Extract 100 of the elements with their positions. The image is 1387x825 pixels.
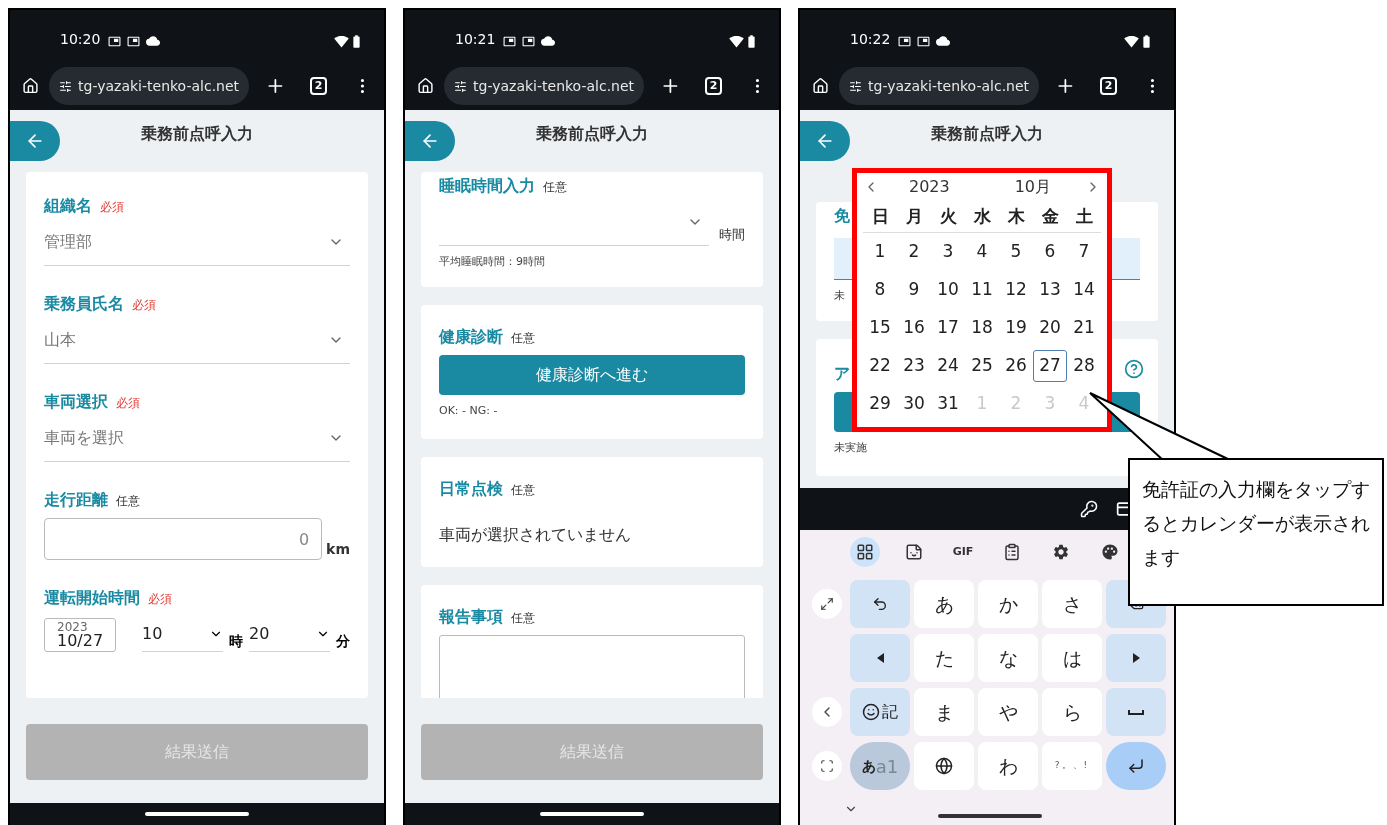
date-field[interactable]: 2023 10/27 xyxy=(44,618,117,652)
field-note: 未実施 xyxy=(834,439,867,456)
input-field[interactable]: 0 xyxy=(44,518,323,560)
calendar-day[interactable]: 19 xyxy=(999,312,1033,344)
address-bar[interactable]: tg-yazaki-tenko-alc.net xyxy=(49,67,250,105)
field-note: 未 xyxy=(834,288,845,304)
kana-key[interactable]: た xyxy=(914,634,974,682)
field-label: 車両選択 xyxy=(44,391,108,413)
calendar-day[interactable]: 20 xyxy=(1033,312,1067,344)
back-button[interactable] xyxy=(10,121,60,161)
hour-select[interactable]: 10 xyxy=(142,616,224,652)
kana-key[interactable]: あ xyxy=(914,580,974,628)
tab-count-button[interactable]: 2 xyxy=(309,77,328,95)
url-text: tg-yazaki-tenko-alc.net xyxy=(868,76,1030,96)
kana-key[interactable]: ま xyxy=(914,688,974,736)
site-settings-icon[interactable] xyxy=(59,79,72,93)
kana-key[interactable]: わ xyxy=(978,742,1038,790)
kana-key[interactable]: か xyxy=(978,580,1038,628)
field-label: 運転開始時間 xyxy=(44,587,140,609)
emoji-symbol-key[interactable]: 記 xyxy=(850,688,910,736)
kana-key[interactable]: は xyxy=(1042,634,1102,682)
calendar-day[interactable]: 3 xyxy=(931,236,965,268)
field-label: 免 xyxy=(834,205,850,227)
calendar-day[interactable]: 4 xyxy=(965,236,999,268)
calendar-day[interactable]: 26 xyxy=(999,350,1033,382)
calendar-day[interactable]: 15 xyxy=(863,312,897,344)
calendar-day[interactable]: 30 xyxy=(897,388,931,420)
calendar-year[interactable]: 2023 xyxy=(909,175,950,199)
calendar-month[interactable]: 10月 xyxy=(1014,175,1051,199)
toolbar-button[interactable] xyxy=(850,537,880,567)
gif-button[interactable]: GIF xyxy=(948,537,978,567)
calendar-day[interactable]: 5 xyxy=(999,236,1033,268)
calendar-day[interactable]: 21 xyxy=(1067,312,1101,344)
notification-icon xyxy=(108,35,122,48)
kana-key[interactable]: な xyxy=(978,634,1038,682)
notification-icon xyxy=(127,35,141,48)
site-settings-icon[interactable] xyxy=(454,79,467,93)
select-field[interactable]: 管理部 xyxy=(44,218,350,266)
home-icon[interactable] xyxy=(22,77,39,95)
expand-icon[interactable] xyxy=(820,597,834,611)
calendar-day[interactable]: 23 xyxy=(897,350,931,382)
key-icon[interactable] xyxy=(1080,500,1098,518)
page-title: 乗務前点呼入力 xyxy=(931,123,1043,145)
settings-icon xyxy=(1052,543,1070,561)
field-label: 報告事項 xyxy=(439,606,503,628)
calendar-day[interactable]: 18 xyxy=(965,312,999,344)
weekday-label: 金 xyxy=(1040,204,1060,228)
home-icon[interactable] xyxy=(812,77,829,95)
calendar-day[interactable]: 27 xyxy=(1033,350,1067,382)
punctuation-key[interactable]: ?。、! xyxy=(1042,742,1102,790)
calendar-day[interactable]: 1 xyxy=(863,236,897,268)
calendar-day[interactable]: 12 xyxy=(999,274,1033,306)
url-text: tg-yazaki-tenko-alc.net xyxy=(78,76,240,96)
address-bar[interactable]: tg-yazaki-tenko-alc.net xyxy=(444,67,645,105)
select-field[interactable]: 車両を選択 xyxy=(44,414,350,462)
home-icon[interactable] xyxy=(417,77,434,95)
calendar-day[interactable]: 28 xyxy=(1067,350,1101,382)
minute-select[interactable]: 20 xyxy=(249,616,330,652)
triangle-right-icon xyxy=(1132,653,1140,663)
select-field[interactable]: 山本 xyxy=(44,316,350,364)
calendar-day[interactable]: 14 xyxy=(1067,274,1101,306)
apps-icon xyxy=(856,543,874,561)
calendar-day[interactable]: 31 xyxy=(931,388,965,420)
field-label: 健康診断 xyxy=(439,325,503,348)
calendar-day[interactable]: 8 xyxy=(863,274,897,306)
calendar-day[interactable]: 10 xyxy=(931,274,965,306)
calendar-day[interactable]: 16 xyxy=(897,312,931,344)
smiley-icon xyxy=(862,703,880,721)
proceed-button[interactable]: 健康診断へ進む xyxy=(439,354,745,395)
help-icon[interactable] xyxy=(1124,358,1144,379)
kana-key[interactable]: さ xyxy=(1042,580,1102,628)
side-key[interactable] xyxy=(812,589,842,619)
kana-key[interactable]: や xyxy=(978,688,1038,736)
calendar-day[interactable]: 6 xyxy=(1033,236,1067,268)
calendar-day[interactable]: 29 xyxy=(863,388,897,420)
key-label: 記 xyxy=(882,701,898,723)
resize-icon[interactable] xyxy=(820,759,834,773)
field-note: 平均睡眠時間：9時間 xyxy=(439,254,545,270)
calendar-day[interactable]: 24 xyxy=(931,350,965,382)
side-key[interactable] xyxy=(812,751,842,781)
calendar-day[interactable]: 11 xyxy=(965,274,999,306)
calendar-day[interactable]: 13 xyxy=(1033,274,1067,306)
calendar-day[interactable]: 17 xyxy=(931,312,965,344)
calendar-day[interactable]: 22 xyxy=(863,350,897,382)
kana-key[interactable]: ら xyxy=(1042,688,1102,736)
optional-tag: 任意 xyxy=(116,492,140,510)
calendar-day[interactable]: 2 xyxy=(897,236,931,268)
site-settings-icon[interactable] xyxy=(849,79,862,93)
address-bar[interactable]: tg-yazaki-tenko-alc.net xyxy=(839,67,1040,105)
tab-count-button[interactable]: 2 xyxy=(704,77,723,95)
calendar-day[interactable]: 7 xyxy=(1067,236,1101,268)
calendar-day[interactable]: 9 xyxy=(897,274,931,306)
tab-count-button[interactable]: 2 xyxy=(1099,77,1118,95)
input-mode-key[interactable]: あa1 xyxy=(850,742,910,790)
globe-key[interactable] xyxy=(914,742,974,790)
wifi-icon xyxy=(1124,34,1139,49)
back-button[interactable] xyxy=(800,121,850,161)
undo-icon xyxy=(872,596,888,612)
back-button[interactable] xyxy=(405,121,455,161)
calendar-day[interactable]: 25 xyxy=(965,350,999,382)
